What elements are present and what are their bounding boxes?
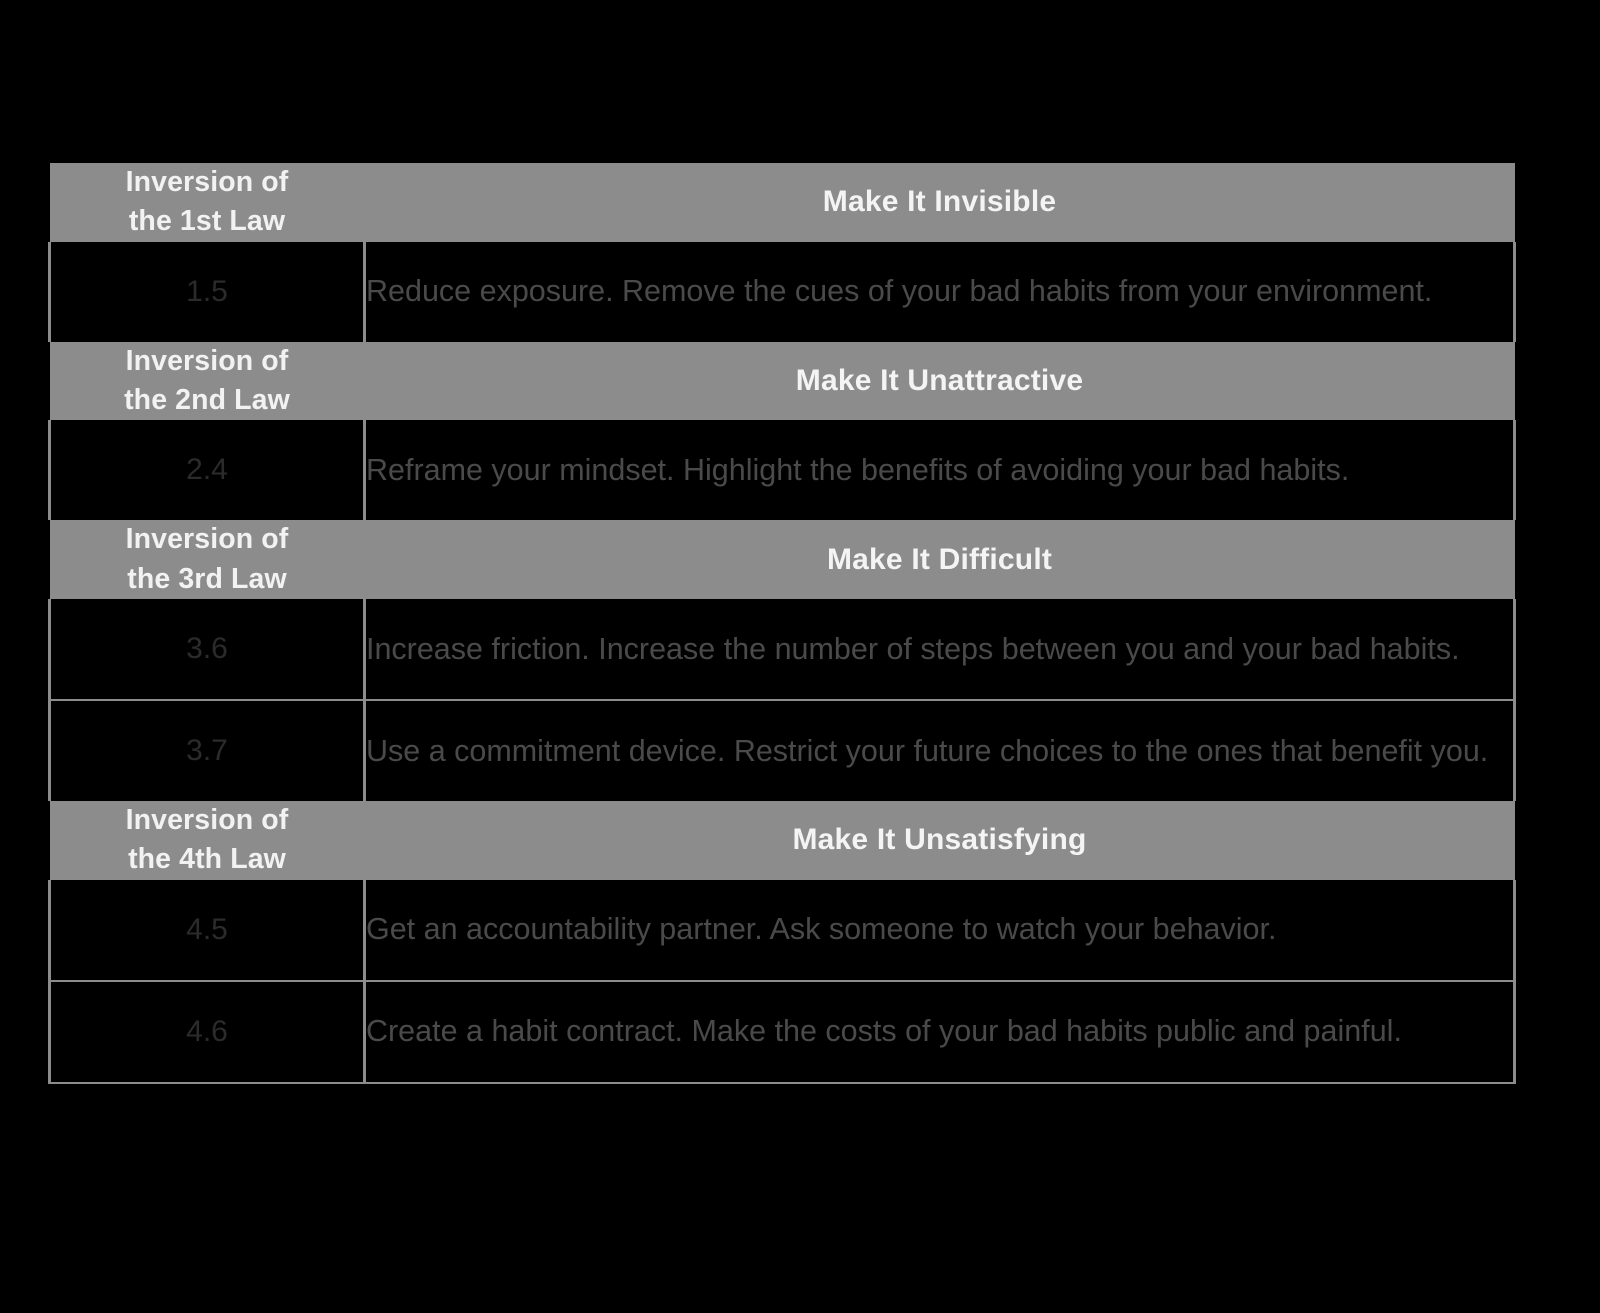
law-label-3: Inversion of the 3rd Law <box>49 520 365 599</box>
item-number: 2.4 <box>48 420 366 521</box>
law-title-1: Make It Invisible <box>364 163 1515 242</box>
law-title-2: Make It Unattractive <box>364 341 1515 421</box>
table-row: 1.5 Reduce exposure. Remove the cues of … <box>48 241 1516 342</box>
table-row: 3.6 Increase friction. Increase the numb… <box>48 598 1516 701</box>
table-row: 4.5 Get an accountability partner. Ask s… <box>48 879 1516 982</box>
law-label-2: Inversion of the 2nd Law <box>49 341 365 421</box>
item-description: Create a habit contract. Make the costs … <box>364 979 1516 1084</box>
law-label-2-line2: the 2nd Law <box>124 383 290 416</box>
table-row: 4.6 Create a habit contract. Make the co… <box>48 979 1516 1084</box>
item-description: Increase friction. Increase the number o… <box>364 598 1516 701</box>
law-title-4: Make It Unsatisfying <box>364 800 1515 880</box>
law-header-row: Inversion of the 4th Law Make It Unsatis… <box>49 800 1515 880</box>
item-description: Get an accountability partner. Ask someo… <box>364 879 1516 982</box>
law-label-1-line1: Inversion of <box>125 166 289 198</box>
law-title-3: Make It Difficult <box>364 520 1515 599</box>
law-header-row: Inversion of the 1st Law Make It Invisib… <box>49 163 1515 242</box>
table-row: 3.7 Use a commitment device. Restrict yo… <box>48 698 1516 801</box>
inversion-of-the-four-laws-table: Inversion of the 1st Law Make It Invisib… <box>48 163 1516 1084</box>
law-label-2-line1: Inversion of <box>125 344 289 377</box>
item-description: Reframe your mindset. Highlight the bene… <box>364 420 1516 521</box>
law-label-4-line1: Inversion of <box>125 803 289 836</box>
law-label-4: Inversion of the 4th Law <box>49 800 365 880</box>
law-header-row: Inversion of the 3rd Law Make It Difficu… <box>49 520 1515 599</box>
law-label-1: Inversion of the 1st Law <box>49 163 365 242</box>
law-label-1-line2: the 1st Law <box>128 205 286 238</box>
item-number: 4.5 <box>48 879 366 982</box>
table-row: 2.4 Reframe your mindset. Highlight the … <box>48 420 1516 521</box>
law-label-4-line2: the 4th Law <box>128 843 286 876</box>
item-description: Use a commitment device. Restrict your f… <box>364 698 1516 801</box>
item-number: 3.6 <box>48 598 366 701</box>
page-canvas: Inversion of the 1st Law Make It Invisib… <box>0 0 1600 1313</box>
law-label-3-line2: the 3rd Law <box>127 562 287 595</box>
law-label-3-line1: Inversion of <box>125 523 289 556</box>
item-number: 4.6 <box>48 979 366 1084</box>
item-number: 1.5 <box>48 241 366 342</box>
item-number: 3.7 <box>48 698 366 801</box>
item-description: Reduce exposure. Remove the cues of your… <box>364 241 1516 342</box>
law-header-row: Inversion of the 2nd Law Make It Unattra… <box>49 341 1515 421</box>
